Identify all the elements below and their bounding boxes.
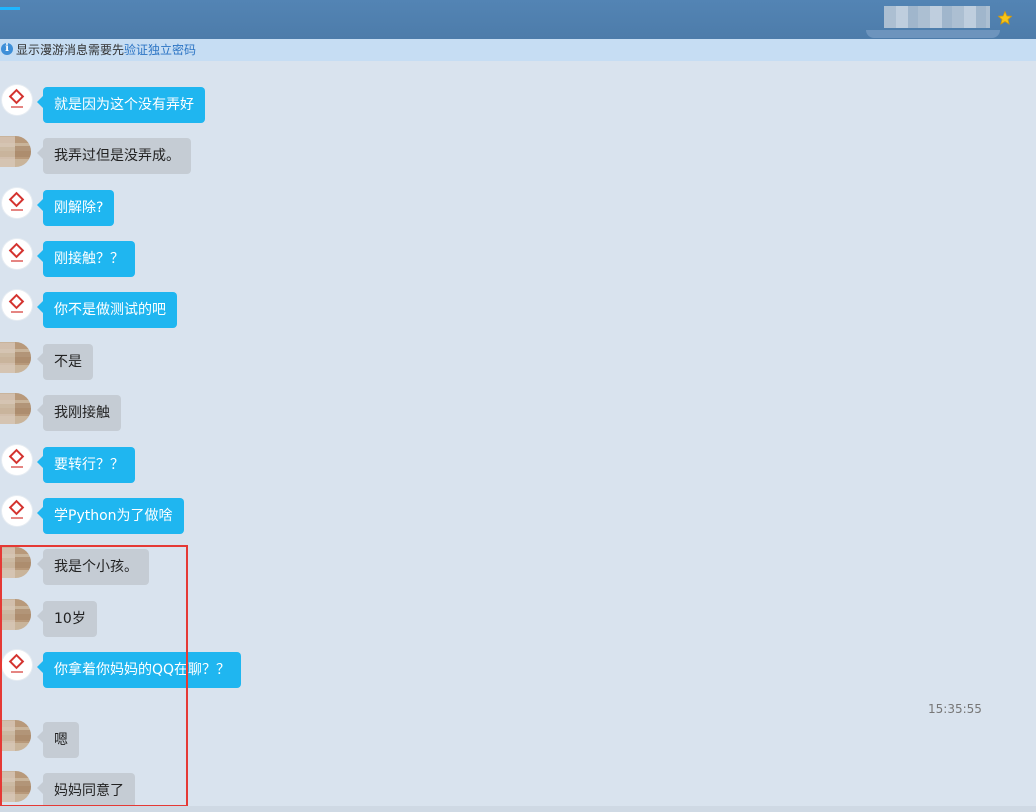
- message-row: 你不是做测试的吧: [0, 290, 400, 330]
- title-bar: [0, 0, 1036, 39]
- contact-name-blurred[interactable]: [884, 6, 990, 28]
- message-bubble[interactable]: 刚解除?: [36, 190, 115, 226]
- message-bubble[interactable]: 不是: [37, 344, 93, 380]
- contact-avatar[interactable]: [2, 239, 32, 269]
- input-area-edge: [0, 806, 1036, 812]
- notice-prefix: 显示漫游消息需要先: [16, 43, 125, 57]
- contact-avatar[interactable]: [2, 445, 32, 475]
- contact-avatar[interactable]: [2, 188, 32, 218]
- message-row: 我刚接触: [0, 393, 400, 433]
- star-icon[interactable]: [998, 11, 1012, 25]
- message-timestamp: 15:35:55: [928, 702, 982, 716]
- message-bubble[interactable]: 学Python为了做啥: [37, 498, 184, 534]
- message-bubble[interactable]: 要转行？？: [37, 447, 135, 483]
- message-row: 我弄过但是没弄成。: [0, 136, 400, 176]
- message-bubble[interactable]: 我弄过但是没弄成。: [37, 138, 191, 174]
- message-row: 要转行？？: [0, 445, 400, 485]
- notice-text: 显示漫游消息需要先验证独立密码: [16, 39, 196, 61]
- highlight-annotation-box: [0, 545, 188, 807]
- message-bubble[interactable]: 刚接触？？: [37, 241, 135, 277]
- loading-indicator: [0, 7, 20, 10]
- contact-avatar[interactable]: [2, 85, 32, 115]
- message-row: 不是: [0, 342, 400, 382]
- message-row: 就是因为这个没有弄好: [0, 85, 400, 125]
- verify-password-link[interactable]: 验证独立密码: [124, 43, 196, 57]
- roaming-notice-bar: i 显示漫游消息需要先验证独立密码: [0, 39, 1036, 61]
- message-row: 刚接触？？: [0, 239, 400, 279]
- message-bubble[interactable]: 我刚接触: [37, 395, 121, 431]
- title-tab-shape: [866, 30, 1000, 38]
- message-bubble[interactable]: 你不是做测试的吧: [37, 292, 177, 328]
- info-icon: i: [1, 43, 13, 55]
- contact-avatar[interactable]: [2, 290, 32, 320]
- self-avatar[interactable]: [0, 393, 31, 424]
- contact-avatar[interactable]: [2, 496, 32, 526]
- self-avatar[interactable]: [0, 342, 31, 373]
- self-avatar[interactable]: [0, 136, 31, 167]
- message-row: 刚解除?: [0, 188, 400, 228]
- message-row: 学Python为了做啥: [0, 496, 400, 536]
- message-bubble[interactable]: 就是因为这个没有弄好: [37, 87, 205, 123]
